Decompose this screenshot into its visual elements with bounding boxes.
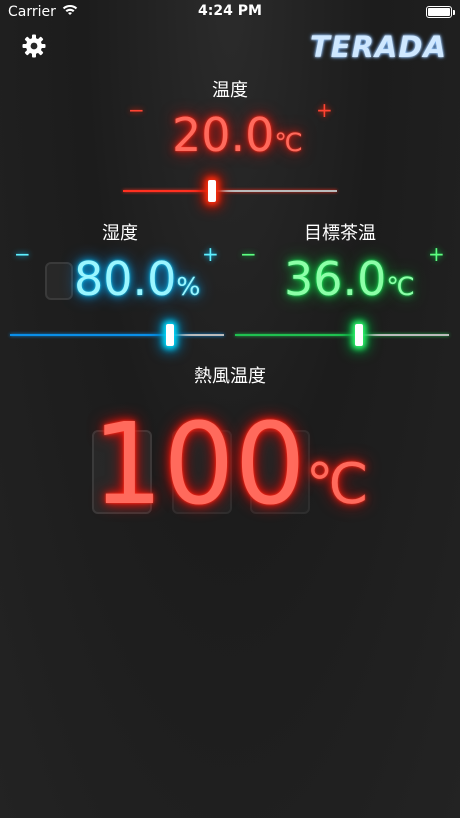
target-tea-temp-readout: 36.0℃ (284, 252, 415, 306)
humidity-label: 湿度 (102, 223, 138, 244)
target-tea-temp-label: 目標茶温 (304, 223, 376, 244)
status-time: 4:24 PM (198, 3, 262, 19)
temperature-minus-button[interactable]: − (128, 100, 145, 120)
temperature-readout: 20.0℃ (172, 108, 303, 162)
humidity-plus-button[interactable]: + (202, 244, 219, 264)
target-tea-temp-slider-thumb[interactable] (355, 324, 363, 346)
humidity-ghost-digit (45, 262, 73, 300)
target-tea-temp-minus-button[interactable]: − (240, 244, 257, 264)
humidity-slider-thumb[interactable] (166, 324, 174, 346)
temperature-slider-track[interactable] (123, 190, 337, 192)
target-tea-temp-slider-track[interactable] (235, 334, 449, 336)
terada-logo: TERADA (310, 30, 447, 64)
gear-icon[interactable] (22, 34, 46, 58)
humidity-readout: 80.0% (74, 252, 200, 306)
humidity-minus-button[interactable]: − (14, 244, 31, 264)
hot-air-temp-label: 熱風温度 (194, 366, 266, 387)
temperature-unit: ℃ (274, 128, 303, 157)
humidity-value: 80.0 (74, 252, 177, 306)
status-bar: Carrier 4:24 PM (0, 0, 460, 24)
temperature-label: 温度 (212, 80, 248, 101)
target-tea-temp-plus-button[interactable]: + (428, 244, 445, 264)
hot-air-temp-value: 100 (92, 400, 306, 530)
humidity-unit: % (176, 272, 201, 301)
battery-icon (426, 6, 455, 18)
hot-air-temp-unit: ℃ (305, 452, 369, 517)
temperature-plus-button[interactable]: + (316, 100, 333, 120)
target-tea-temp-unit: ℃ (386, 272, 415, 301)
hot-air-temp-readout: 100℃ (92, 400, 369, 530)
target-tea-temp-value: 36.0 (284, 252, 387, 306)
humidity-slider-track[interactable] (10, 334, 224, 336)
temperature-slider-thumb[interactable] (208, 180, 216, 202)
temperature-value: 20.0 (172, 108, 275, 162)
